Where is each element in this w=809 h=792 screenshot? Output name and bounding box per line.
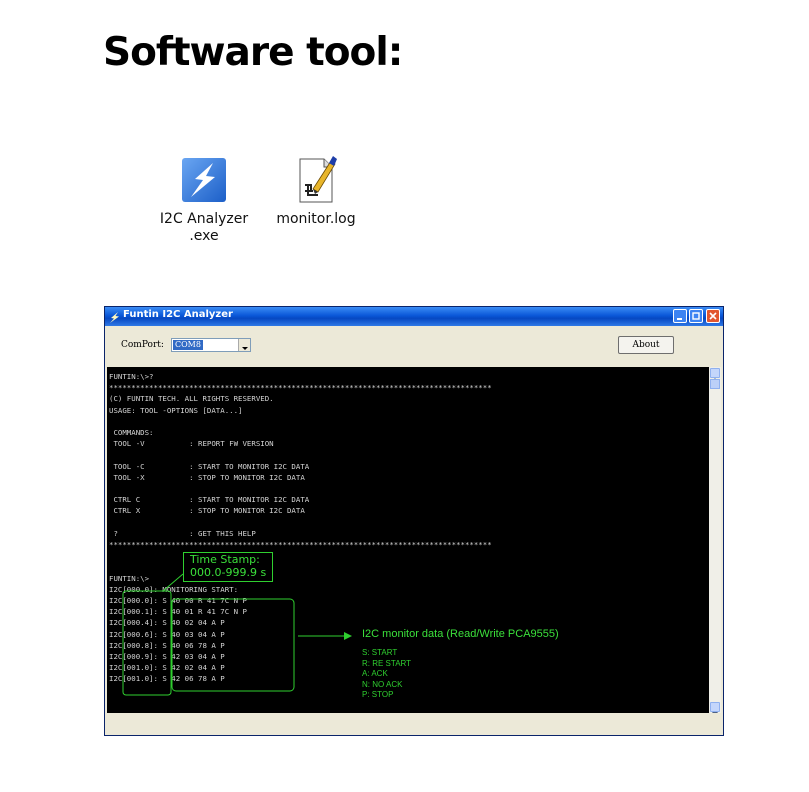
window-title: Funtin I2C Analyzer bbox=[123, 309, 233, 320]
console-line: CTRL C : START TO MONITOR I2C DATA bbox=[109, 495, 310, 505]
scrollbar-thumb[interactable] bbox=[710, 379, 720, 389]
console-line: I2C[001.0]: S 42 02 04 A P bbox=[109, 663, 225, 673]
console-line: USAGE: TOOL -OPTIONS [DATA...] bbox=[109, 405, 243, 415]
desktop-icon-label-ext: .exe bbox=[189, 228, 219, 244]
chevron-down-icon[interactable] bbox=[238, 339, 250, 351]
console-line: TOOL -C : START TO MONITOR I2C DATA bbox=[109, 461, 310, 471]
toolbar: ComPort: COM8 About bbox=[107, 327, 721, 365]
console-line: ****************************************… bbox=[109, 383, 492, 393]
comport-select[interactable]: COM8 bbox=[171, 338, 251, 352]
console-line: I2C[000.1]: S 40 01 R 41 7C N P bbox=[109, 607, 247, 617]
maximize-icon bbox=[692, 312, 700, 320]
monitor-data-label: I2C monitor data (Read/Write PCA9555) bbox=[362, 628, 559, 640]
desktop-icon-label: I2C Analyzer bbox=[159, 211, 249, 227]
console-line: COMMANDS: bbox=[109, 428, 154, 438]
legend-item: A: ACK bbox=[362, 669, 388, 679]
console-line: FUNTIN:\>? bbox=[109, 372, 154, 381]
console-line: I2C[000.0]: S 40 00 R 41 7C N P bbox=[109, 596, 247, 606]
console-line: I2C[000.0]: MONITORING START: bbox=[109, 584, 239, 594]
console-output[interactable]: FUNTIN:\>? ******************************… bbox=[107, 367, 721, 713]
slide-title: Software tool: bbox=[103, 30, 403, 75]
scroll-down-button[interactable] bbox=[710, 702, 720, 713]
desktop-icon-monitor-log[interactable]: monitor.log bbox=[256, 155, 376, 228]
legend-item: N: NO ACK bbox=[362, 679, 403, 689]
minimize-icon bbox=[677, 318, 682, 320]
console-line: I2C[000.8]: S 40 06 78 A P bbox=[109, 640, 225, 650]
console-line: TOOL -V : REPORT FW VERSION bbox=[109, 439, 274, 449]
comport-value: COM8 bbox=[173, 340, 203, 350]
legend-item: P: STOP bbox=[362, 690, 394, 700]
app-window: Funtin I2C Analyzer ComPort: COM8 About … bbox=[104, 306, 724, 736]
maximize-button[interactable] bbox=[689, 309, 703, 323]
status-bar bbox=[107, 713, 721, 733]
scroll-up-button[interactable] bbox=[710, 368, 720, 382]
lightning-app-icon bbox=[108, 309, 121, 328]
timestamp-callout: Time Stamp: 000.0-999.9 s bbox=[183, 552, 273, 582]
close-icon bbox=[709, 312, 717, 320]
console-line: ? : GET THIS HELP bbox=[109, 528, 256, 538]
timestamp-title: Time Stamp: bbox=[190, 553, 260, 566]
log-file-icon bbox=[291, 155, 341, 205]
timestamp-range: 000.0-999.9 s bbox=[190, 566, 267, 579]
desktop-icon-i2c-analyzer[interactable]: I2C Analyzer .exe bbox=[144, 155, 264, 245]
protocol-legend: S: START R: RE START A: ACK N: NO ACK P: STO… bbox=[362, 648, 411, 701]
about-button[interactable]: About bbox=[618, 336, 674, 354]
vertical-scrollbar[interactable] bbox=[709, 367, 721, 713]
console-line: CTRL X : STOP TO MONITOR I2C DATA bbox=[109, 506, 305, 516]
lightning-app-icon bbox=[179, 155, 229, 205]
close-button[interactable] bbox=[706, 309, 720, 323]
console-line: I2C[000.4]: S 40 02 04 A P bbox=[109, 618, 225, 628]
console-line: TOOL -X : STOP TO MONITOR I2C DATA bbox=[109, 472, 305, 482]
console-line: (C) FUNTIN TECH. ALL RIGHTS RESERVED. bbox=[109, 394, 274, 404]
console-line: I2C[000.9]: S 42 03 04 A P bbox=[109, 652, 225, 662]
console-line: I2C[001.0]: S 42 06 78 A P bbox=[109, 674, 225, 684]
minimize-button[interactable] bbox=[673, 309, 687, 323]
comport-label: ComPort: bbox=[121, 340, 164, 350]
desktop-icon-label: monitor.log bbox=[276, 211, 356, 227]
legend-item: S: START bbox=[362, 648, 398, 657]
console-line: ****************************************… bbox=[109, 540, 492, 550]
window-titlebar[interactable]: Funtin I2C Analyzer bbox=[105, 307, 723, 326]
legend-item: R: RE START bbox=[362, 658, 412, 668]
console-line: FUNTIN:\> bbox=[109, 573, 150, 583]
